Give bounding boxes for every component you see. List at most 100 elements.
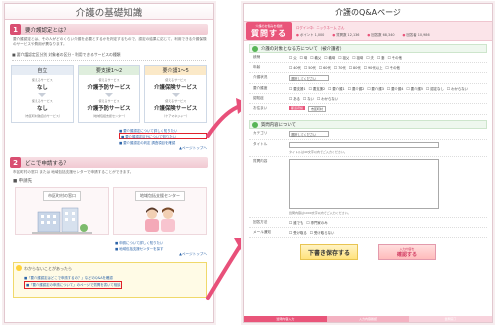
option-checkbox[interactable]: 80代 (349, 65, 361, 70)
faq-question: わからないことがあったら (24, 266, 72, 271)
section-2-label: どこで申請する？ (25, 160, 69, 167)
title-hint: タイトルは40文字以内でご入力ください。 (289, 150, 347, 154)
option-checkbox[interactable]: 要介護2 (348, 86, 364, 91)
section-dot-icon (252, 45, 258, 52)
question-textarea[interactable] (289, 159, 439, 209)
option-checkbox[interactable]: 要介護5 (406, 86, 423, 91)
option-checkbox[interactable]: 夫 (366, 55, 374, 60)
section-1-title: 1 要介護認定とは？ (10, 24, 208, 35)
section-2-title: 2 どこで申請する？ (10, 157, 208, 168)
option-checkbox[interactable]: 認定なし (426, 86, 444, 91)
progress-steps: 質問内容入力 入力内容確認 質問完了 (244, 316, 492, 322)
link-find-support-center[interactable]: ■ 地域包括支援センターを探す (115, 245, 207, 251)
option-checkbox[interactable]: 受け取らない (310, 230, 334, 235)
option-checkbox[interactable]: 90代以上 (364, 65, 383, 70)
row-label: カテゴリ (253, 131, 268, 135)
option-checkbox[interactable]: わからない (447, 86, 468, 91)
option-checkbox[interactable]: 母 (300, 55, 307, 60)
option-checkbox[interactable]: 要支援1 (289, 86, 305, 91)
row-dementia: 認知症 あるないわからない (249, 94, 487, 104)
care-box-independent: 自立 使えるサービス なし 使えるサービス なし （市区町村独自のサービス） (11, 65, 74, 123)
care-main: 介護予防サービス (87, 85, 131, 91)
prefecture-select[interactable]: 都道府県 (289, 106, 306, 110)
form-buttons: 下書き保存する 入力内容を 確認する (244, 244, 492, 260)
option-checkbox[interactable]: ある (289, 96, 300, 101)
row-label: 回答方法 (253, 220, 268, 224)
row-label: お住まい (253, 106, 268, 110)
user-name: ログイン中：ニックネーム さん (296, 26, 345, 30)
row-question: 質問内容 質問内容は1000文字以内でご入力ください。 (249, 157, 487, 218)
page-top-link-2[interactable]: ▲ページトップへ (5, 252, 207, 257)
option-checkbox[interactable]: 父 (289, 55, 296, 60)
row-relationship: 続柄 父母義父義母祖父祖母夫妻その他 (249, 53, 487, 63)
option-checkbox[interactable]: 要介護4 (387, 86, 403, 91)
down-arrow-icon (38, 93, 47, 97)
form-section-2-label: 質問内容について (261, 122, 296, 128)
option-checkbox[interactable]: 要介護1 (328, 86, 344, 91)
faq-link-ask-highlighted[interactable]: ■「要介護認定の申請について」のページで質問を書いて相談 (24, 281, 123, 289)
care-level-options: 要支援1 要支援2要介護1 要介護2要介護3要介護4要介護5認定なしわからない (289, 84, 487, 93)
care-status-select[interactable]: 選択してください (289, 75, 329, 81)
row-mail-notice: メール通知 受け取る受け取らない (249, 228, 487, 238)
row-title: タイトル タイトルは40文字以内でご入力ください。 (249, 140, 487, 157)
row-answer-method: 回答方法 誰でも専門家のみ (249, 218, 487, 228)
title-input[interactable] (289, 142, 439, 148)
qa-form-panel: 介護のQ&Aページ 介護のお悩みを相談 質問する ログイン中：ニックネーム さん… (243, 3, 493, 323)
care-level-boxes: 自立 使えるサービス なし 使えるサービス なし （市区町村独自のサービス） 要… (11, 65, 208, 123)
row-label: 認知症 (253, 96, 264, 100)
care-foot: （市区町村独自のサービス） (22, 114, 62, 118)
answer-method-options: 誰でも専門家のみ (289, 218, 487, 227)
form-section-1-label: 介護の対象となる方について（被介護者） (261, 46, 345, 52)
mail-notice-options: 受け取る受け取らない (289, 228, 487, 237)
care-sub: 使えるサービス (31, 78, 53, 82)
confirm-button[interactable]: 入力内容を 確認する (378, 244, 436, 260)
right-page-title: 介護のQ&Aページ (335, 8, 401, 17)
option-checkbox[interactable]: 要支援2 (309, 86, 325, 91)
option-checkbox[interactable]: 70代 (334, 65, 346, 70)
option-checkbox[interactable]: 祖父 (338, 55, 350, 60)
section-2-number: 2 (10, 157, 21, 168)
option-checkbox[interactable]: その他 (386, 65, 400, 70)
left-page-title: 介護の基礎知識 (5, 4, 213, 20)
user-bar: 介護のお悩みを相談 質問する ログイン中：ニックネーム さん ポイント 1,00… (244, 21, 492, 41)
care-main: なし (36, 85, 48, 91)
option-checkbox[interactable]: 専門家のみ (306, 220, 328, 225)
section-dot-icon (252, 121, 258, 128)
application-places: 市区町村の窓口 地域包括支援センター (15, 187, 207, 235)
row-care-status: 介護状況 選択してください (249, 73, 487, 84)
option-checkbox[interactable]: 要介護3 (367, 86, 384, 91)
row-label: 続柄 (253, 55, 261, 59)
stat-answers: 回答数 68,340 (367, 32, 394, 37)
link-survey-items[interactable]: ■ 要介護認定の判定 調査項目を確認 (119, 139, 207, 145)
care-sub2: 使えるサービス (31, 99, 53, 103)
care-sub2: 使えるサービス (165, 99, 187, 103)
care-foot: （ケアマネジャー） (162, 114, 190, 118)
option-checkbox[interactable]: 誰でも (289, 220, 303, 225)
section-1-label: 要介護認定とは？ (25, 27, 70, 34)
option-checkbox[interactable]: ない (303, 96, 314, 101)
save-draft-button[interactable]: 下書き保存する (300, 244, 358, 260)
place-tag: 市区町村の窓口 (43, 191, 81, 201)
lightbulb-icon (16, 265, 22, 271)
option-checkbox[interactable]: 受け取る (289, 230, 307, 235)
option-checkbox[interactable]: 40代 (289, 65, 301, 70)
page-top-link[interactable]: ▲ページトップへ (5, 146, 207, 151)
option-checkbox[interactable]: 祖母 (352, 55, 364, 60)
section-2-body: 市区町村の窓口 または 地域包括支援センターで申請することができます。 (13, 170, 134, 174)
faq-box: わからないことがあったら ■「要介護認定はどこで申請するの？」などのQ&Aを確認… (13, 262, 207, 298)
option-checkbox[interactable]: 義母 (324, 55, 336, 60)
step-1: 質問内容入力 (244, 316, 327, 322)
option-checkbox[interactable]: 妻 (377, 55, 384, 60)
option-checkbox[interactable]: その他 (388, 55, 402, 60)
option-checkbox[interactable]: 60代 (319, 65, 331, 70)
category-select[interactable]: 選択してください (289, 131, 329, 137)
option-checkbox[interactable]: わからない (317, 96, 338, 101)
option-checkbox[interactable]: 義父 (310, 55, 321, 60)
ask-badge: 介護のお悩みを相談 質問する (246, 22, 292, 40)
city-select[interactable]: 市区町村 (308, 106, 327, 112)
care-foot: （地域包括支援センター） (91, 114, 128, 118)
section-1-number: 1 (10, 24, 21, 35)
dementia-options: あるないわからない (289, 94, 487, 103)
row-label: 年齢 (253, 65, 261, 69)
option-checkbox[interactable]: 50代 (304, 65, 316, 70)
